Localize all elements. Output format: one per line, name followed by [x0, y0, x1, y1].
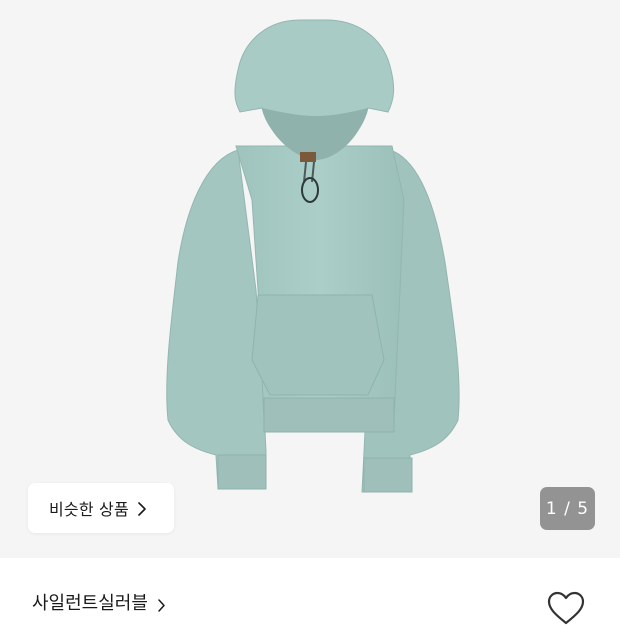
product-info: 사일런트실러블: [0, 558, 620, 625]
product-gallery[interactable]: 비슷한 상품 1 / 5: [0, 0, 620, 558]
brand-name: 사일런트실러블: [32, 593, 148, 614]
brand-link[interactable]: 사일런트실러블: [32, 589, 165, 615]
chevron-right-icon: [138, 501, 146, 516]
like-button[interactable]: [546, 590, 586, 626]
heart-outline-icon: [547, 591, 585, 625]
chevron-right-icon: [158, 596, 165, 612]
similar-products-button[interactable]: 비슷한 상품: [28, 483, 174, 533]
similar-products-label: 비슷한 상품: [49, 500, 129, 519]
image-counter: 1 / 5: [540, 487, 595, 530]
product-image: [166, 19, 460, 493]
